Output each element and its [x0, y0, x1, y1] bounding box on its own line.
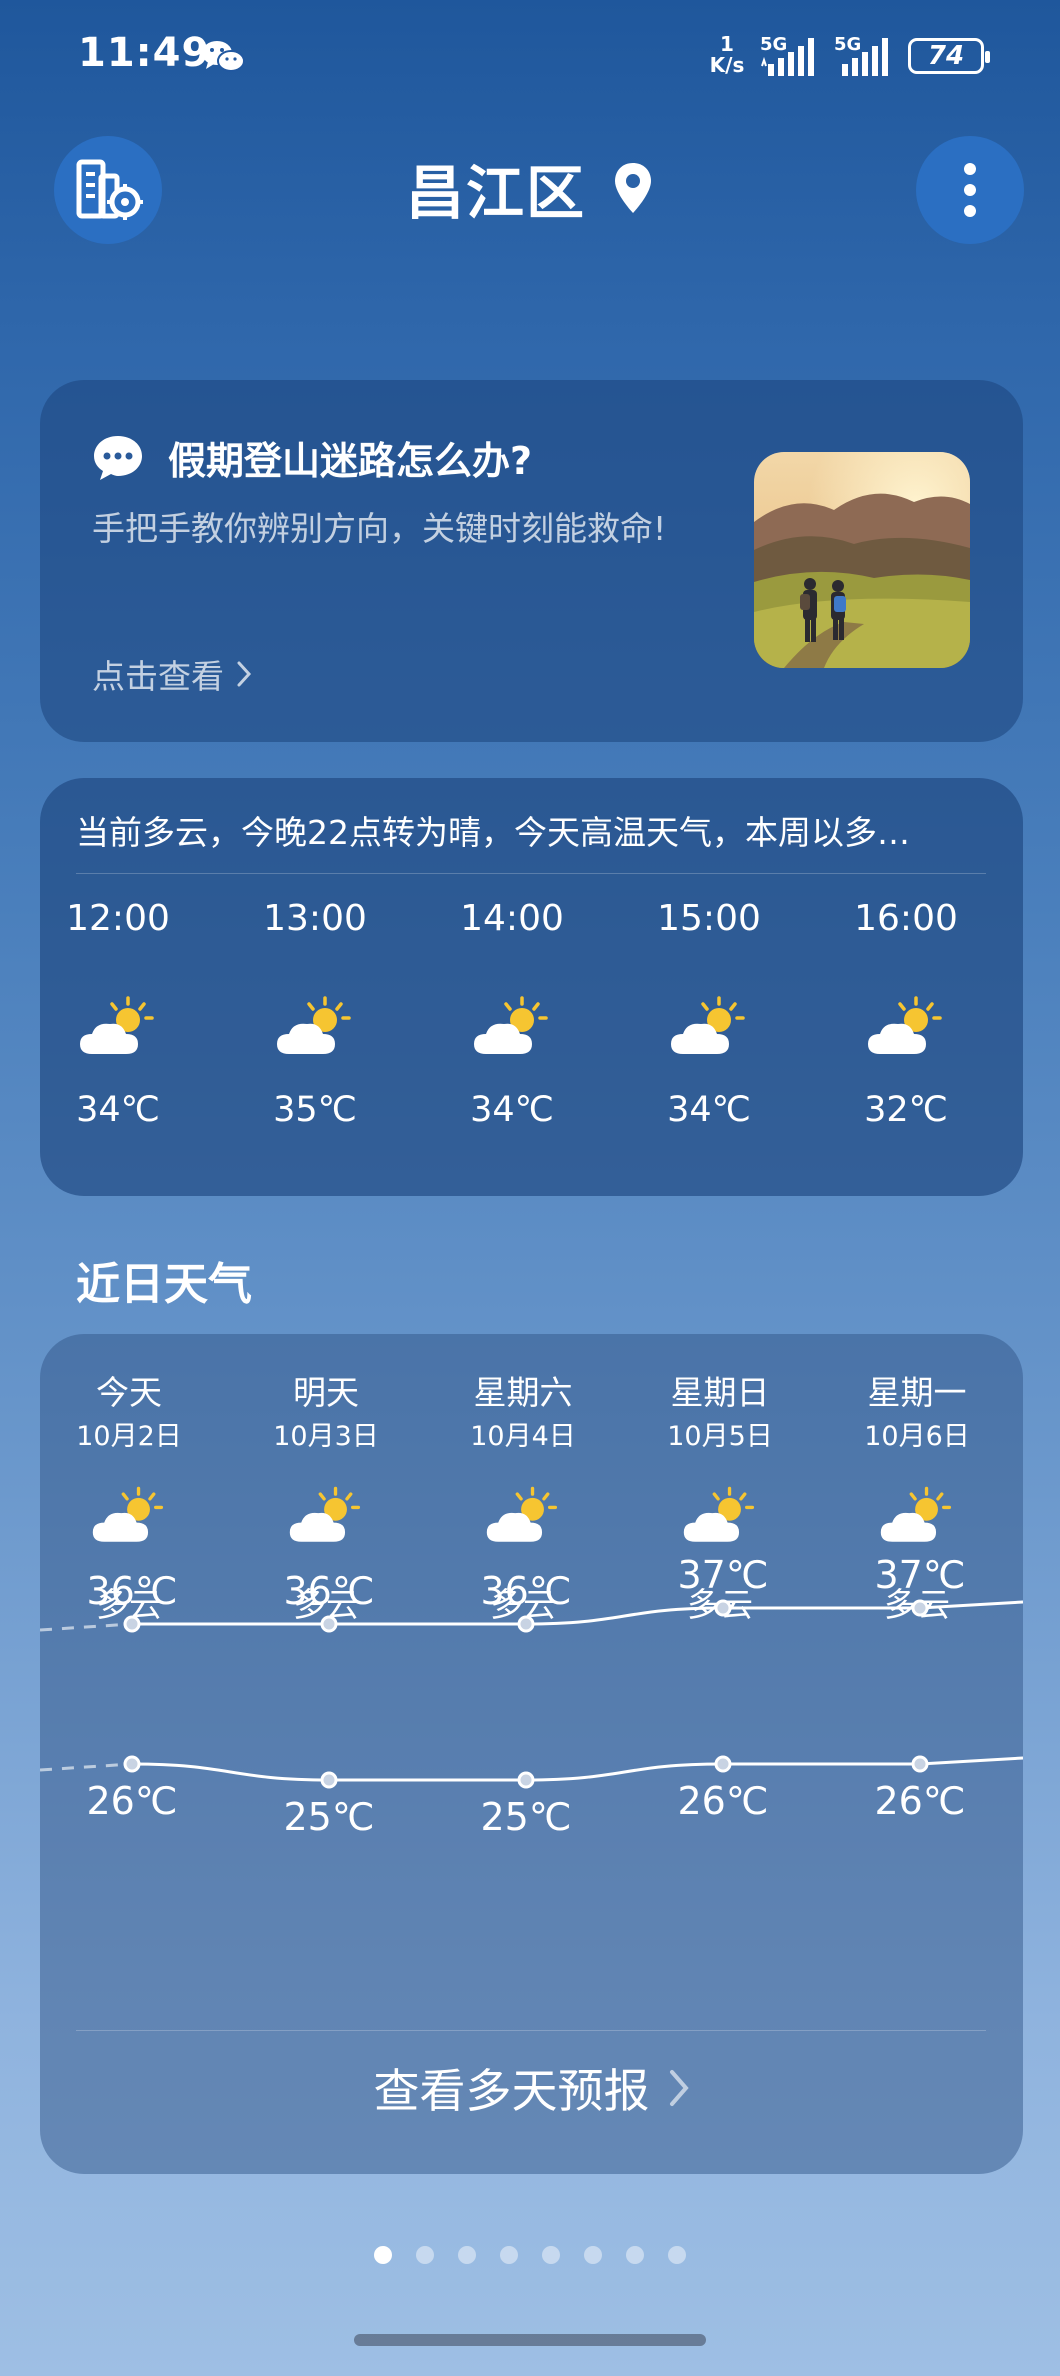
hiking-image: [754, 452, 970, 668]
high-temp-line: [132, 1600, 1023, 1626]
divider: [76, 873, 986, 874]
partly-cloudy-icon: [80, 996, 154, 1054]
hourly-item: 12:00 34℃: [48, 898, 188, 1130]
chat-bubble-icon: [94, 435, 142, 480]
low-temp-point: [320, 1771, 338, 1789]
more-vertical-icon: [964, 163, 976, 217]
low-temp-line-past: [40, 1762, 133, 1772]
news-description: 手把手教你辨别方向，关键时刻能救命!: [92, 509, 667, 548]
chevron-right-icon: [669, 2070, 689, 2106]
partly-cloudy-icon: [868, 996, 942, 1054]
wechat-icon: [202, 41, 245, 72]
location-header[interactable]: 昌江区: [300, 148, 760, 228]
location-pin-icon: [615, 163, 651, 213]
section-title-recent-weather: 近日天气: [76, 1259, 252, 1310]
hour-time: 14:00: [460, 898, 564, 939]
status-bar: 11:49 1 K/s 5G 5G 74: [0, 0, 1060, 110]
partly-cloudy-icon: [277, 996, 351, 1054]
signal-strength-sim1: 5G: [760, 34, 826, 78]
hour-temperature: 34℃: [76, 1090, 160, 1130]
location-name: 昌江区: [405, 159, 586, 227]
high-temp-label: 37℃: [677, 1553, 768, 1597]
battery-indicator: 74: [908, 38, 990, 74]
low-temp-point: [517, 1771, 535, 1789]
news-view-link[interactable]: 点击查看: [92, 650, 252, 698]
low-temp-point: [911, 1755, 929, 1773]
low-temp-point: [123, 1755, 141, 1773]
city-management-button[interactable]: [54, 136, 162, 244]
high-temp-point: [714, 1599, 732, 1617]
low-temp-line: [131, 1756, 1023, 1782]
hour-time: 12:00: [66, 898, 170, 939]
news-title: 假期登山迷路怎么办?: [168, 439, 533, 483]
weather-summary: 当前多云，今晚22点转为晴，今天高温天气，本周以多…: [76, 813, 910, 852]
network-speed: 1 K/s: [703, 34, 751, 76]
low-temp-label: 26℃: [874, 1779, 965, 1823]
chevron-right-icon: [237, 661, 252, 687]
page-indicator: [0, 2246, 1060, 2264]
page-dot[interactable]: [500, 2246, 518, 2264]
page-dot[interactable]: [626, 2246, 644, 2264]
hour-time: 15:00: [657, 898, 761, 939]
high-temp-point: [517, 1615, 535, 1633]
page-dot[interactable]: [584, 2246, 602, 2264]
view-more-forecast-label: 查看多天预报: [373, 2064, 650, 2118]
page-dot[interactable]: [542, 2246, 560, 2264]
high-temp-label: 36℃: [86, 1569, 177, 1613]
partly-cloudy-icon: [671, 996, 745, 1054]
high-temp-label: 36℃: [283, 1569, 374, 1613]
page-dot[interactable]: [668, 2246, 686, 2264]
news-title-row: 假期登山迷路怎么办?: [92, 430, 532, 485]
network-type-label: 5G: [760, 34, 788, 55]
news-view-link-label: 点击查看: [92, 657, 224, 696]
hourly-item: 16:00 32℃: [836, 898, 976, 1130]
hour-temperature: 34℃: [667, 1090, 751, 1130]
high-temp-point: [123, 1615, 141, 1633]
hourly-item: 14:00 34℃: [442, 898, 582, 1130]
hour-temperature: 35℃: [273, 1090, 357, 1130]
low-temp-label: 25℃: [283, 1795, 374, 1839]
network-type-label: 5G: [834, 34, 862, 55]
hour-temperature: 32℃: [864, 1090, 948, 1130]
hour-temperature: 34℃: [470, 1090, 554, 1130]
high-temp-point: [911, 1599, 929, 1617]
high-temp-point: [320, 1615, 338, 1633]
status-time: 11:49: [78, 30, 211, 76]
hour-time: 13:00: [263, 898, 367, 939]
home-indicator-bar[interactable]: [354, 2334, 706, 2346]
news-card[interactable]: 假期登山迷路怎么办? 手把手教你辨别方向，关键时刻能救命! 点击查看: [40, 380, 1023, 742]
low-temp-label: 26℃: [677, 1779, 768, 1823]
daily-forecast-card[interactable]: 今天 10月2日 多云 明天 10月3日 多云 星期六 10月4日 多云 星期日…: [40, 1334, 1023, 2174]
high-temp-label: 36℃: [480, 1569, 571, 1613]
low-temp-point: [714, 1755, 732, 1773]
hourly-forecast-card[interactable]: 当前多云，今晚22点转为晴，今天高温天气，本周以多… 12:00 34℃ 13:…: [40, 778, 1023, 1196]
low-temp-label: 26℃: [86, 1779, 177, 1823]
partly-cloudy-icon: [474, 996, 548, 1054]
page-dot[interactable]: [458, 2246, 476, 2264]
hour-time: 16:00: [854, 898, 958, 939]
view-more-forecast-button[interactable]: 查看多天预报: [40, 2008, 1023, 2168]
page-dot[interactable]: [374, 2246, 392, 2264]
battery-level: 74: [927, 41, 965, 71]
hourly-item: 13:00 35℃: [245, 898, 385, 1130]
hiking-thumbnail[interactable]: [754, 452, 970, 668]
high-temp-line-past: [40, 1622, 133, 1632]
low-temp-label: 25℃: [480, 1795, 571, 1839]
city-settings-icon: [76, 159, 143, 220]
network-speed-unit: K/s: [709, 53, 745, 77]
high-temp-label: 37℃: [874, 1553, 965, 1597]
page-dot[interactable]: [416, 2246, 434, 2264]
hourly-item: 15:00 34℃: [639, 898, 779, 1130]
signal-strength-sim2: 5G: [834, 34, 900, 78]
more-options-button[interactable]: [916, 136, 1024, 244]
